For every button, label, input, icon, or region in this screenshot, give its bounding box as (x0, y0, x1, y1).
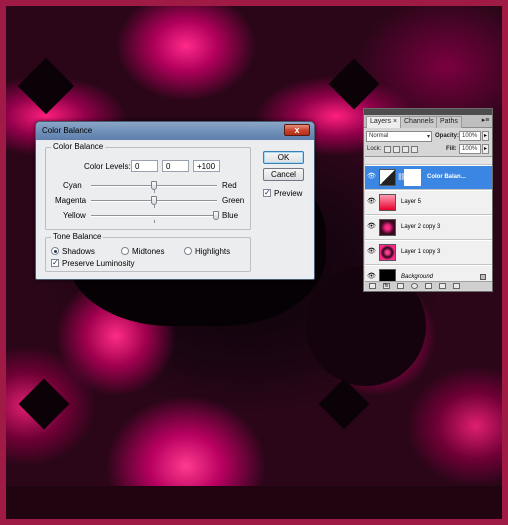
layer-thumbnail (379, 244, 396, 261)
chevron-down-icon: ▾ (426, 134, 430, 140)
adjustment-thumbnail (379, 169, 396, 186)
layer-row[interactable]: 👁 Layer 2 copy 3 (365, 216, 492, 240)
tab-paths[interactable]: Paths (436, 116, 462, 128)
mask-icon[interactable] (397, 283, 404, 289)
yellow-blue-thumb[interactable] (213, 211, 219, 220)
layers-panel: Layers × Channels Paths ▸≡ Normal ▾ Opac… (363, 108, 493, 292)
preview-label[interactable]: Preview (274, 189, 302, 198)
lock-transparency-icon[interactable] (384, 146, 391, 153)
eye-icon[interactable]: 👁 (367, 198, 376, 206)
level-input-2[interactable]: 0 (162, 160, 189, 172)
slider-left-label: Yellow (63, 211, 86, 220)
layer-row[interactable]: 👁 Layer 1 copy 3 (365, 241, 492, 265)
close-button[interactable]: x (284, 124, 310, 136)
group-label: Tone Balance (51, 232, 104, 241)
preserve-luminosity-label[interactable]: Preserve Luminosity (62, 259, 134, 268)
blend-mode-value: Normal (369, 133, 389, 139)
layer-name: Layer 2 copy 3 (401, 224, 441, 230)
lock-icon (480, 274, 486, 280)
lock-image-icon[interactable] (393, 146, 400, 153)
slider-right-label: Blue (222, 211, 239, 220)
artwork-shape (318, 378, 370, 430)
slider-left-label: Magenta (55, 196, 87, 205)
cancel-button[interactable]: Cancel (263, 168, 304, 181)
trash-icon[interactable] (453, 283, 460, 289)
adjustment-icon[interactable] (411, 283, 418, 289)
layer-name: Layer 5 (401, 199, 422, 205)
shadows-radio[interactable] (51, 247, 59, 255)
preserve-luminosity-checkbox[interactable]: ✓ (51, 259, 59, 267)
highlights-radio[interactable] (184, 247, 192, 255)
layer-name: Layer 1 copy 3 (401, 249, 441, 255)
fill-arrow-icon[interactable]: ▸ (482, 144, 489, 154)
magenta-green-thumb[interactable] (151, 196, 157, 205)
slider-tick (154, 190, 155, 193)
layer-thumbnail (379, 219, 396, 236)
color-balance-group: Color Balance Color Levels: 0 0 +100 Cya… (45, 142, 251, 230)
group-label: Color Balance (51, 142, 106, 151)
layer-thumbnail (379, 194, 396, 211)
lock-position-icon[interactable] (402, 146, 409, 153)
tab-layers[interactable]: Layers × (366, 116, 402, 128)
artwork-shape (6, 486, 502, 519)
slider-right-label: Green (222, 196, 245, 205)
ok-button[interactable]: OK (263, 151, 304, 164)
dialog-title: Color Balance (42, 126, 93, 135)
blend-mode-select[interactable]: Normal ▾ (366, 131, 432, 142)
eye-icon[interactable]: 👁 (367, 273, 376, 281)
dialog-titlebar[interactable]: Color Balance x (36, 122, 314, 140)
mask-thumbnail (404, 169, 421, 186)
panel-menu-icon[interactable]: ▸≡ (481, 116, 490, 126)
layers-list: 👁 ⛓ Color Balan... 👁 Layer 5 👁 Layer 2 c… (365, 156, 492, 284)
preview-checkbox[interactable]: ✓ (263, 189, 271, 197)
artwork-shape (18, 378, 70, 430)
layer-row[interactable]: 👁 Layer 5 (365, 191, 492, 215)
eye-icon[interactable]: 👁 (367, 173, 376, 181)
tone-balance-group: Tone Balance Shadows Midtones Highlights… (45, 232, 251, 272)
fill-input[interactable]: 100% (459, 144, 481, 154)
panel-tabs: Layers × Channels Paths ▸≡ (364, 115, 492, 128)
lock-label: Lock: (367, 146, 382, 152)
link-icon[interactable] (369, 283, 376, 289)
slider-right-label: Red (222, 181, 237, 190)
opacity-input[interactable]: 100% (459, 131, 481, 141)
slider-tick (154, 220, 155, 223)
color-balance-dialog: Color Balance x Color Balance Color Leve… (35, 121, 315, 280)
layer-name: Background (401, 274, 434, 280)
yellow-blue-slider[interactable] (91, 215, 217, 217)
slider-tick (154, 205, 155, 208)
opacity-arrow-icon[interactable]: ▸ (482, 131, 489, 141)
layer-row[interactable] (365, 157, 492, 165)
layer-row[interactable]: 👁 ⛓ Color Balan... (365, 166, 492, 190)
new-layer-icon[interactable] (439, 283, 446, 289)
opacity-label: Opacity: (435, 133, 460, 139)
tab-channels[interactable]: Channels (400, 116, 438, 128)
highlights-label[interactable]: Highlights (195, 247, 230, 256)
lock-all-icon[interactable] (411, 146, 418, 153)
midtones-label[interactable]: Midtones (132, 247, 164, 256)
chain-icon: ⛓ (397, 174, 406, 181)
cyan-red-thumb[interactable] (151, 181, 157, 190)
layer-name: Color Balan... (427, 174, 466, 180)
eye-icon[interactable]: 👁 (367, 223, 376, 231)
tab-label: Layers (370, 118, 392, 125)
artwork-shape (328, 58, 380, 110)
artwork-shape (17, 57, 75, 115)
slider-left-label: Cyan (63, 181, 82, 190)
level-input-1[interactable]: 0 (131, 160, 158, 172)
layers-bottom-bar: fx (365, 281, 492, 290)
shadows-label[interactable]: Shadows (62, 247, 95, 256)
fx-icon[interactable]: fx (383, 283, 390, 289)
eye-icon[interactable]: 👁 (367, 248, 376, 256)
level-input-3[interactable]: +100 (193, 160, 220, 172)
group-folder-icon[interactable] (425, 283, 432, 289)
dialog-body: Color Balance Color Levels: 0 0 +100 Cya… (41, 141, 309, 275)
midtones-radio[interactable] (121, 247, 129, 255)
color-levels-label: Color Levels: (84, 162, 131, 171)
fill-label: Fill: (446, 146, 457, 152)
